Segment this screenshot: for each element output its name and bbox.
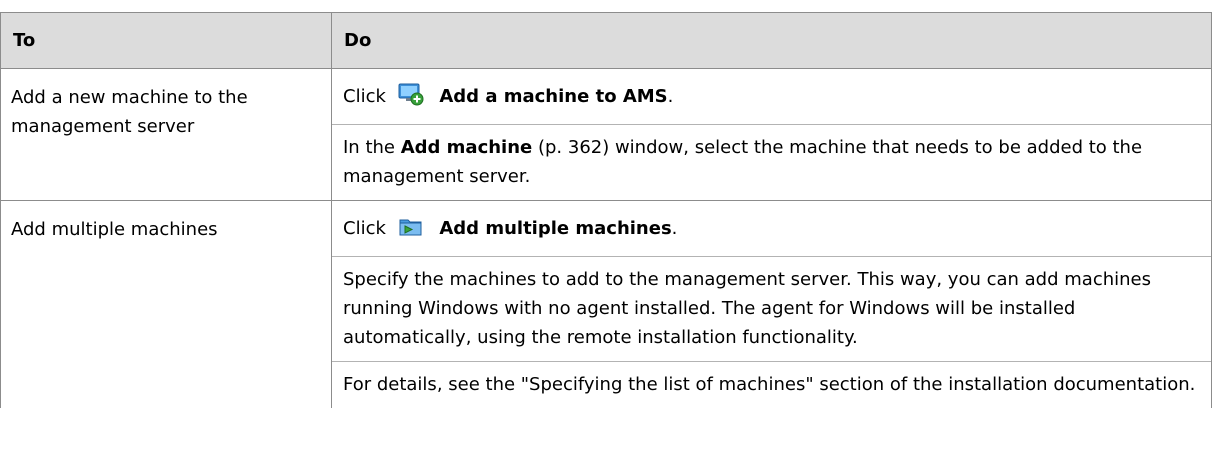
add-multiple-machines-icon[interactable] bbox=[398, 214, 424, 247]
row-do-cell: Click Add a machine to AMS. In the Add m… bbox=[332, 69, 1211, 200]
instruction-paragraph: In the Add machine (p. 362) window, sele… bbox=[332, 124, 1211, 200]
row-to-cell: Add a new machine to the management serv… bbox=[1, 69, 332, 200]
row-to-cell: Add multiple machines bbox=[1, 201, 332, 408]
add-multiple-machines-action[interactable]: Add multiple machines bbox=[439, 218, 671, 239]
actions-table: To Do Add a new machine to the managemen… bbox=[0, 12, 1212, 408]
row-do-cell: Click Add multiple machines. Specify the… bbox=[332, 201, 1211, 408]
add-machine-icon[interactable] bbox=[398, 82, 424, 115]
header-do: Do bbox=[344, 30, 372, 51]
click-label: Click bbox=[343, 218, 386, 239]
table-header: To Do bbox=[1, 12, 1211, 69]
instruction-paragraph: Specify the machines to add to the manag… bbox=[332, 256, 1211, 361]
click-instruction: Click Add multiple machines. bbox=[332, 201, 1211, 256]
table-row: Add a new machine to the management serv… bbox=[1, 69, 1211, 201]
details-paragraph: For details, see the "Specifying the lis… bbox=[332, 361, 1211, 408]
table-row: Add multiple machines Click Add multiple… bbox=[1, 201, 1211, 408]
add-machine-window-name: Add machine bbox=[400, 137, 533, 158]
add-machine-action[interactable]: Add a machine to AMS bbox=[439, 86, 667, 107]
header-to: To bbox=[1, 13, 332, 68]
click-instruction: Click Add a machine to AMS. bbox=[332, 69, 1211, 124]
click-label: Click bbox=[343, 86, 386, 107]
